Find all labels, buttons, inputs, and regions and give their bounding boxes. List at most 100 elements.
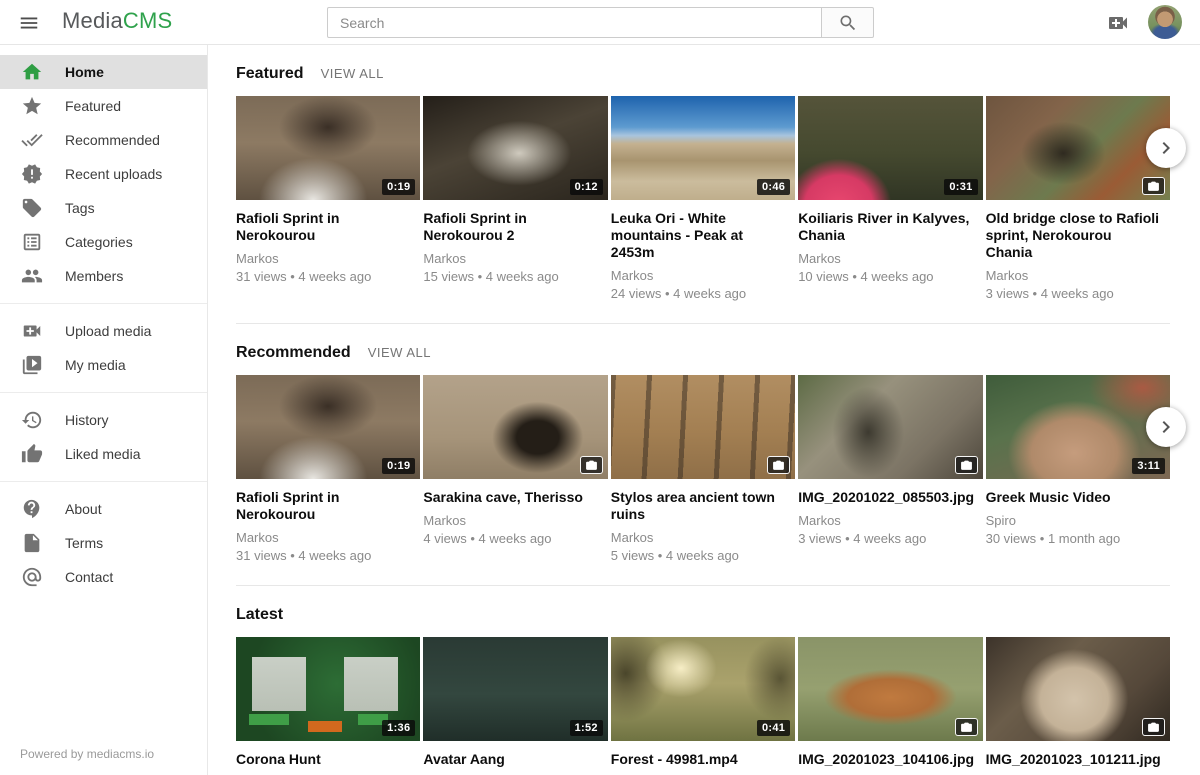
media-thumbnail[interactable] (423, 375, 607, 479)
media-author[interactable]: Markos (986, 268, 1170, 283)
media-author[interactable]: Markos (611, 530, 795, 545)
media-card[interactable]: 0:31 Koiliaris River in Kalyves, Chania … (798, 96, 982, 301)
media-author[interactable]: Markos (236, 530, 420, 545)
media-title[interactable]: IMG_20201023_104106.jpg (798, 751, 982, 768)
media-card[interactable]: 3:11 Greek Music Video Spiro 30 views • … (986, 375, 1170, 563)
media-author[interactable]: Markos (236, 251, 420, 266)
media-card[interactable]: 0:19 Rafioli Sprint in Nerokourou Markos… (236, 375, 420, 563)
media-thumbnail[interactable] (798, 637, 982, 741)
sidebar-item-label: My media (65, 357, 126, 373)
app-logo[interactable]: MediaCMS (62, 8, 172, 34)
media-card[interactable]: 0:41 Forest - 49981.mp4 test 17 views • … (611, 637, 795, 775)
view-all-link[interactable]: VIEW ALL (368, 345, 431, 360)
media-meta: 5 views • 4 weeks ago (611, 548, 795, 563)
sidebar-item-history[interactable]: History (0, 403, 207, 437)
media-thumbnail[interactable]: 0:46 (611, 96, 795, 200)
media-meta: 3 views • 4 weeks ago (798, 531, 982, 546)
media-title[interactable]: IMG_20201023_101211.jpg (986, 751, 1170, 768)
duration-badge: 0:41 (757, 720, 790, 736)
sidebar-item-liked-media[interactable]: Liked media (0, 437, 207, 471)
media-author[interactable]: Markos (798, 513, 982, 528)
sidebar-item-recommended[interactable]: Recommended (0, 123, 207, 157)
media-thumbnail[interactable] (611, 375, 795, 479)
carousel-next-button[interactable] (1146, 407, 1186, 447)
double-check-icon (20, 128, 44, 152)
sidebar-item-categories[interactable]: Categories (0, 225, 207, 259)
sidebar-item-contact[interactable]: Contact (0, 560, 207, 594)
camera-icon (580, 456, 603, 474)
sidebar-item-upload-media[interactable]: Upload media (0, 314, 207, 348)
powered-by-text: Powered by mediacms.io (0, 747, 207, 775)
media-thumbnail[interactable]: 0:19 (236, 375, 420, 479)
search-button[interactable] (821, 7, 874, 38)
user-avatar[interactable] (1148, 5, 1182, 39)
media-card[interactable]: IMG_20201022_085503.jpg Markos 3 views •… (798, 375, 982, 563)
duration-badge: 3:11 (1132, 458, 1165, 474)
chevron-right-icon (1154, 415, 1178, 439)
hamburger-menu-button[interactable] (16, 10, 42, 36)
media-thumbnail[interactable]: 0:41 (611, 637, 795, 741)
sidebar-item-label: Liked media (65, 446, 141, 462)
media-thumbnail[interactable]: 1:52 (423, 637, 607, 741)
sidebar-item-about[interactable]: About (0, 492, 207, 526)
media-thumbnail[interactable] (986, 637, 1170, 741)
media-thumbnail[interactable]: 1:36 (236, 637, 420, 741)
categories-icon (20, 230, 44, 254)
media-card[interactable]: 1:36 Corona Hunt Dickson Jr. 6 views • 4… (236, 637, 420, 775)
section-divider (236, 585, 1170, 586)
sidebar-item-recent-uploads[interactable]: Recent uploads (0, 157, 207, 191)
media-title[interactable]: Avatar Aang (423, 751, 607, 768)
media-title[interactable]: Leuka Ori - White mountains - Peak at 24… (611, 210, 795, 261)
media-title[interactable]: Rafioli Sprint in Nerokourou (236, 489, 420, 523)
media-title[interactable]: Greek Music Video (986, 489, 1170, 506)
carousel-next-button[interactable] (1146, 128, 1186, 168)
recommended-card-row: 0:19 Rafioli Sprint in Nerokourou Markos… (236, 375, 1170, 563)
members-icon (20, 264, 44, 288)
sidebar-item-tags[interactable]: Tags (0, 191, 207, 225)
sidebar-item-home[interactable]: Home (0, 55, 207, 89)
media-thumbnail[interactable]: 0:12 (423, 96, 607, 200)
media-thumbnail[interactable]: 3:11 (986, 375, 1170, 479)
media-card[interactable]: IMG_20201023_104106.jpg Markos 4 views •… (798, 637, 982, 775)
media-card[interactable]: Old bridge close to Rafioli sprint, Nero… (986, 96, 1170, 301)
section-header-latest: Latest (236, 606, 1170, 624)
sidebar-item-my-media[interactable]: My media (0, 348, 207, 382)
duration-badge: 0:46 (757, 179, 790, 195)
media-card[interactable]: 1:52 Avatar Aang Dickson Jr. 12 views • … (423, 637, 607, 775)
media-card[interactable]: 0:12 Rafioli Sprint in Nerokourou 2 Mark… (423, 96, 607, 301)
media-card[interactable]: Sarakina cave, Therisso Markos 4 views •… (423, 375, 607, 563)
sidebar-group-browse: Home Featured Recommended Recent uploads… (0, 45, 207, 304)
media-title[interactable]: Forest - 49981.mp4 (611, 751, 795, 768)
media-author[interactable]: Spiro (986, 513, 1170, 528)
media-title[interactable]: Stylos area ancient town ruins (611, 489, 795, 523)
media-title[interactable]: Rafioli Sprint in Nerokourou 2 (423, 210, 607, 244)
media-thumbnail[interactable] (986, 96, 1170, 200)
media-card[interactable]: Stylos area ancient town ruins Markos 5 … (611, 375, 795, 563)
media-title[interactable]: Rafioli Sprint in Nerokourou (236, 210, 420, 244)
sidebar-item-terms[interactable]: Terms (0, 526, 207, 560)
hamburger-icon (18, 12, 40, 34)
media-card[interactable]: 0:46 Leuka Ori - White mountains - Peak … (611, 96, 795, 301)
upload-media-button[interactable] (1105, 10, 1131, 36)
media-thumbnail[interactable] (798, 375, 982, 479)
media-title[interactable]: IMG_20201022_085503.jpg (798, 489, 982, 506)
media-card[interactable]: 0:19 Rafioli Sprint in Nerokourou Markos… (236, 96, 420, 301)
featured-card-row: 0:19 Rafioli Sprint in Nerokourou Markos… (236, 96, 1170, 301)
search-input[interactable] (327, 7, 822, 38)
media-author[interactable]: Markos (423, 513, 607, 528)
media-thumbnail[interactable]: 0:19 (236, 96, 420, 200)
sidebar-item-label: Featured (65, 98, 121, 114)
media-author[interactable]: Markos (423, 251, 607, 266)
media-title[interactable]: Old bridge close to Rafioli sprint, Nero… (986, 210, 1170, 261)
media-title[interactable]: Sarakina cave, Therisso (423, 489, 607, 506)
sidebar-item-featured[interactable]: Featured (0, 89, 207, 123)
media-author[interactable]: Markos (798, 251, 982, 266)
sidebar-item-members[interactable]: Members (0, 259, 207, 293)
media-title[interactable]: Koiliaris River in Kalyves, Chania (798, 210, 982, 244)
media-author[interactable]: Markos (611, 268, 795, 283)
view-all-link[interactable]: VIEW ALL (321, 66, 384, 81)
media-meta: 31 views • 4 weeks ago (236, 548, 420, 563)
media-thumbnail[interactable]: 0:31 (798, 96, 982, 200)
media-title[interactable]: Corona Hunt (236, 751, 420, 768)
media-card[interactable]: IMG_20201023_101211.jpg Markos 4 views •… (986, 637, 1170, 775)
